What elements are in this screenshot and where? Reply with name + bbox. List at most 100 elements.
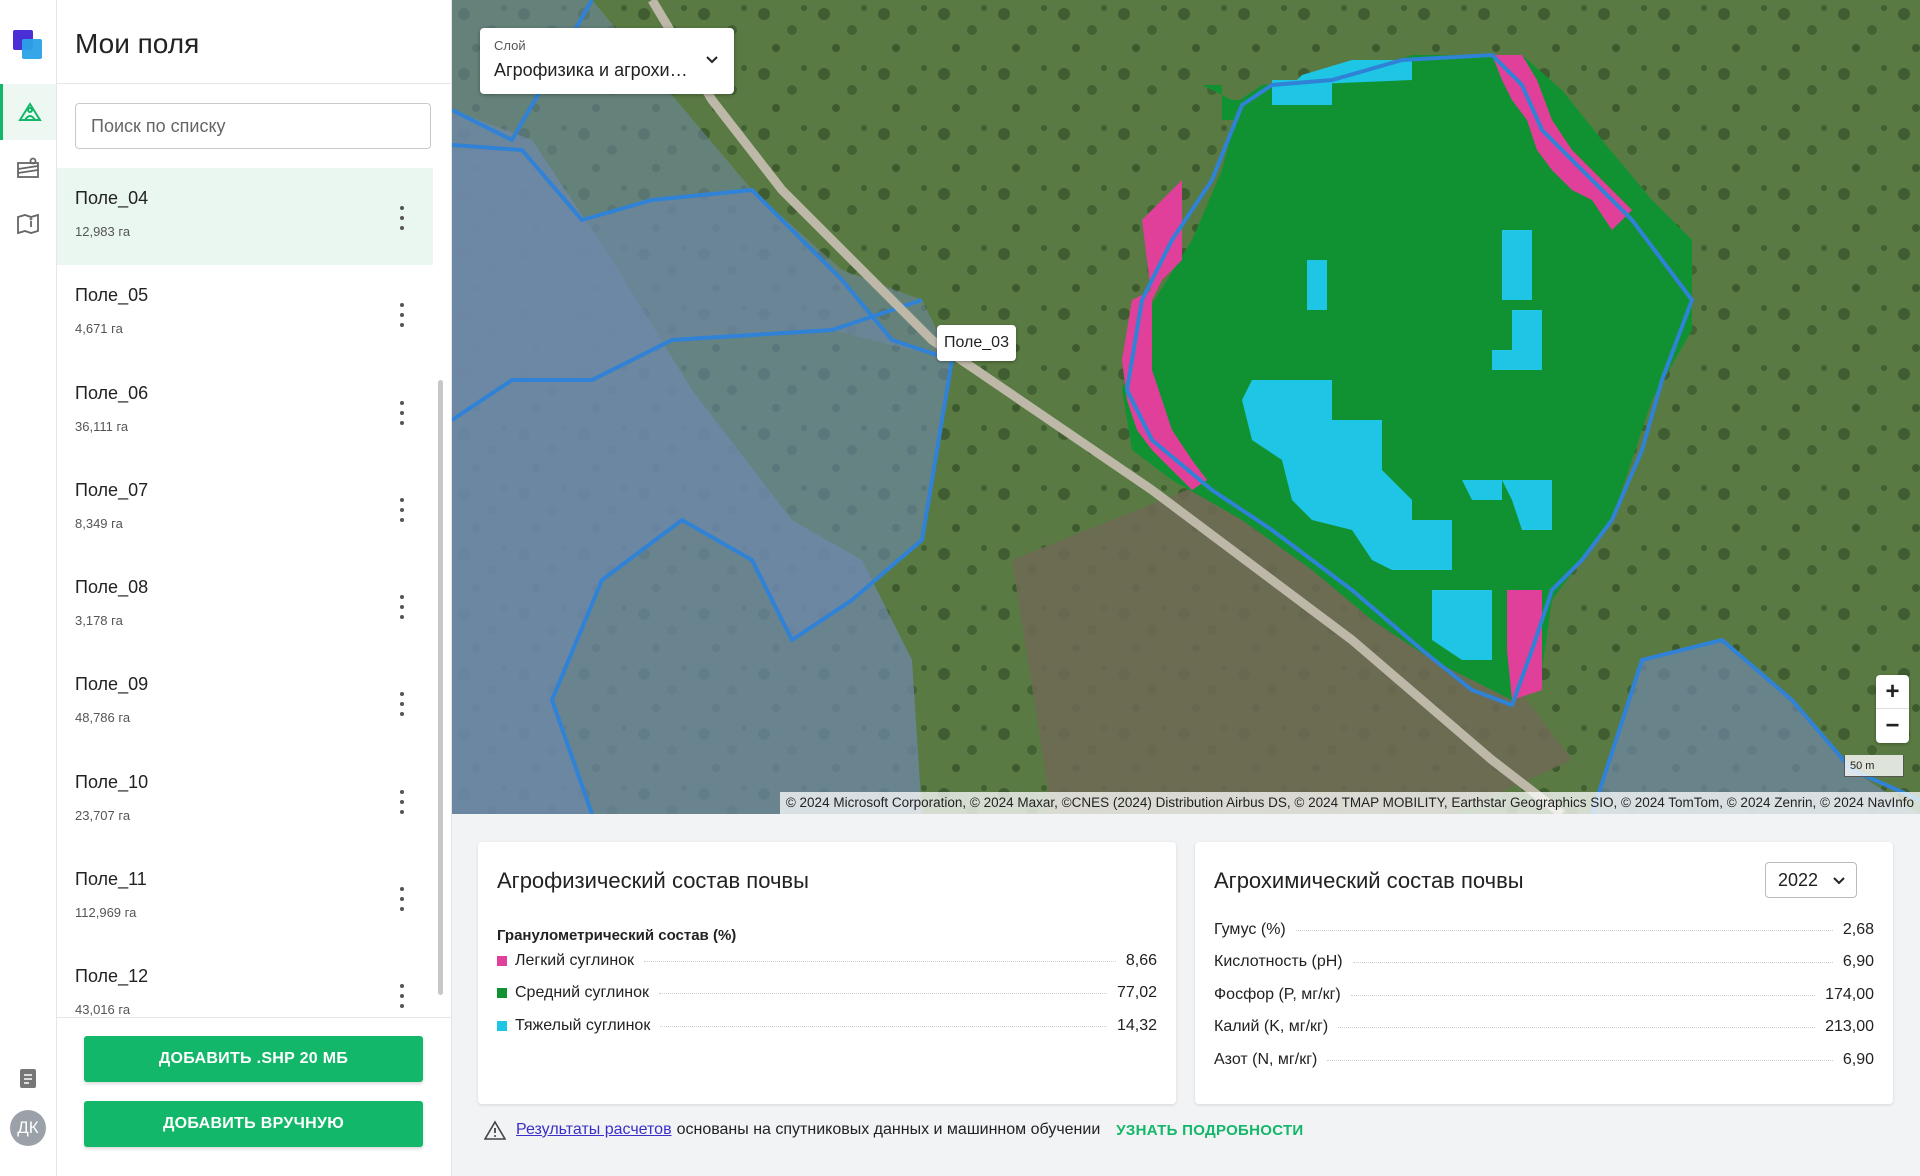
sidebar-title: Мои поля <box>75 28 200 59</box>
more-vert-icon[interactable] <box>397 400 407 425</box>
soil-label: Легкий суглинок <box>515 952 635 969</box>
add-shp-button[interactable]: ДОБАВИТЬ .SHP 20 МБ <box>84 1036 423 1082</box>
field-area: 12,983 га <box>75 224 131 239</box>
results-link[interactable]: Результаты расчетов <box>516 1121 672 1139</box>
zoom-control: + − <box>1876 675 1909 743</box>
fields-nav-button[interactable] <box>0 84 56 140</box>
list-item[interactable]: Поле_07 8,349 га <box>57 460 437 557</box>
card-title: Агрохимический состав почвы <box>1214 868 1524 893</box>
icon-rail: ДК <box>0 0 57 1176</box>
map-attribution: © 2024 Microsoft Corporation, © 2024 Max… <box>779 792 1920 814</box>
soil-label: Тяжелый суглинок <box>515 1017 651 1034</box>
list-item[interactable]: Поле_08 3,178 га <box>57 557 437 654</box>
satellite-map[interactable]: Слой Агрофизика и агрохимия Поле_03 + − … <box>452 0 1920 814</box>
more-vert-icon[interactable] <box>397 303 407 328</box>
soil-label: Средний суглинок <box>515 984 649 1001</box>
map-book-nav-button[interactable] <box>0 196 56 252</box>
fields-icon <box>17 102 42 121</box>
list-item[interactable]: Поле_04 12,983 га <box>57 168 433 266</box>
divider <box>57 1017 452 1018</box>
map-scale: 50 m <box>1844 755 1904 777</box>
chem-value: 2,68 <box>1842 921 1874 938</box>
brand-logo[interactable] <box>13 30 43 60</box>
chem-row: Калий (K, мг/кг) 213,00 <box>1214 1016 1874 1038</box>
chem-label: Калий (K, мг/кг) <box>1214 1018 1329 1035</box>
soil-value: 77,02 <box>1116 984 1157 1001</box>
layer-select[interactable]: Слой Агрофизика и агрохимия <box>480 28 734 94</box>
year-select[interactable]: 2022 <box>1765 862 1857 898</box>
field-name: Поле_10 <box>75 771 149 792</box>
notes-nav-button[interactable] <box>0 1050 56 1106</box>
field-area: 3,178 га <box>75 613 123 629</box>
fields-sidebar: Мои поля Поле_04 12,983 га Поле_05 4,671… <box>57 0 452 1176</box>
chem-label: Гумус (%) <box>1214 921 1286 938</box>
list-item[interactable]: Поле_10 23,707 га <box>57 752 437 849</box>
field-name: Поле_09 <box>75 674 149 695</box>
field-area: 8,349 га <box>75 515 123 531</box>
chem-row: Гумус (%) 2,68 <box>1214 919 1874 941</box>
more-vert-icon[interactable] <box>397 887 407 912</box>
map-canvas <box>452 0 1920 814</box>
more-vert-icon[interactable] <box>397 497 407 522</box>
field-area: 112,969 га <box>75 905 137 921</box>
more-vert-icon[interactable] <box>397 789 407 814</box>
soil-row-medium: Средний суглинок 77,02 <box>497 982 1157 1004</box>
chevron-down-icon <box>706 56 718 64</box>
field-area: 4,671 га <box>75 321 123 337</box>
search-input[interactable] <box>75 103 431 149</box>
field-area: 23,707 га <box>75 807 131 823</box>
legend-swatch <box>497 956 507 966</box>
weather-nav-button[interactable] <box>0 140 56 196</box>
chem-value: 174,00 <box>1825 986 1874 1003</box>
chem-value: 213,00 <box>1825 1018 1874 1035</box>
chem-row: Кислотность (pH) 6,90 <box>1214 951 1874 973</box>
field-name: Поле_05 <box>75 285 149 306</box>
chem-row: Фосфор (P, мг/кг) 174,00 <box>1214 984 1874 1006</box>
chem-label: Азот (N, мг/кг) <box>1214 1051 1318 1068</box>
list-item[interactable]: Поле_09 48,786 га <box>57 654 437 751</box>
more-vert-icon[interactable] <box>397 984 407 1009</box>
field-name: Поле_06 <box>75 382 149 403</box>
learn-more-link[interactable]: УЗНАТЬ ПОДРОБНОСТИ <box>1116 1122 1303 1139</box>
divider <box>57 83 452 84</box>
notes-icon <box>20 1069 36 1088</box>
scrollbar[interactable] <box>438 380 443 995</box>
chevron-down-icon <box>1833 877 1845 885</box>
soil-value: 8,66 <box>1125 952 1157 969</box>
field-name: Поле_11 <box>75 869 147 890</box>
list-item[interactable]: Поле_11 112,969 га <box>57 849 437 946</box>
layer-select-value: Агрофизика и агрохимия <box>494 60 699 80</box>
list-item[interactable]: Поле_05 4,671 га <box>57 265 437 362</box>
avatar[interactable]: ДК <box>10 1110 46 1146</box>
agrophysics-card: Агрофизический состав почвы Гранулометри… <box>478 842 1176 1104</box>
legend-swatch <box>497 1021 507 1031</box>
warning-icon <box>484 1120 506 1140</box>
card-title: Агрофизический состав почвы <box>497 868 809 893</box>
chem-value: 6,90 <box>1842 953 1874 970</box>
soil-value: 14,32 <box>1116 1017 1157 1034</box>
chem-row: Азот (N, мг/кг) 6,90 <box>1214 1049 1874 1071</box>
add-manual-button[interactable]: ДОБАВИТЬ ВРУЧНУЮ <box>84 1101 423 1147</box>
layer-select-label: Слой <box>494 38 526 53</box>
field-area: 48,786 га <box>75 710 131 726</box>
more-vert-icon[interactable] <box>397 206 407 230</box>
more-vert-icon[interactable] <box>397 692 407 717</box>
legend-swatch <box>497 988 507 998</box>
chem-value: 6,90 <box>1842 1051 1874 1068</box>
soil-row-heavy: Тяжелый суглинок 14,32 <box>497 1015 1157 1037</box>
card-subtitle: Гранулометрический состав (%) <box>497 927 737 944</box>
field-name: Поле_08 <box>75 577 149 598</box>
disclaimer-note: Результаты расчетов основаны на спутнико… <box>484 1118 1304 1142</box>
zoom-in-button[interactable]: + <box>1876 675 1909 709</box>
note-text: основаны на спутниковых данных и машинно… <box>676 1121 1101 1138</box>
year-value: 2022 <box>1778 870 1819 890</box>
list-item[interactable]: Поле_12 43,016 га <box>57 946 437 1017</box>
more-vert-icon[interactable] <box>397 595 407 620</box>
fields-list: Поле_04 12,983 га Поле_05 4,671 га Поле_… <box>57 168 437 1017</box>
field-area: 43,016 га <box>75 1002 131 1017</box>
zoom-out-button[interactable]: − <box>1876 709 1909 743</box>
weather-icon <box>17 157 39 178</box>
chem-label: Фосфор (P, мг/кг) <box>1214 986 1341 1003</box>
list-item[interactable]: Поле_06 36,111 га <box>57 363 437 460</box>
field-label-marker[interactable]: Поле_03 <box>937 325 1016 361</box>
